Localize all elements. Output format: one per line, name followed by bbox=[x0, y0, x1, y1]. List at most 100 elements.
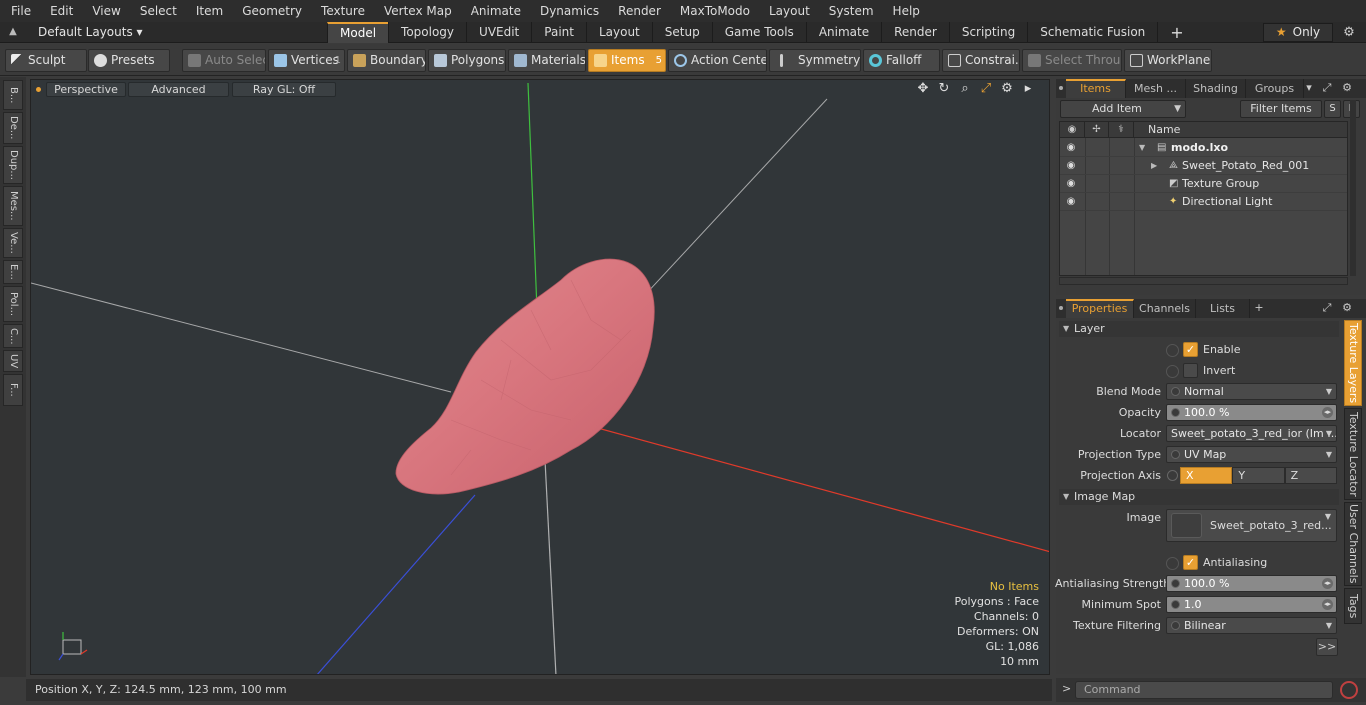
workplane-button[interactable]: WorkPlane bbox=[1124, 49, 1212, 72]
expand-triangle-icon[interactable]: ▶ bbox=[1151, 157, 1157, 175]
menu-vertex-map[interactable]: Vertex Map bbox=[373, 0, 460, 22]
tab-properties[interactable]: Properties bbox=[1066, 299, 1134, 318]
eye-icon[interactable]: ◉ bbox=[1064, 178, 1078, 190]
menu-animate[interactable]: Animate bbox=[460, 0, 529, 22]
tab-lists[interactable]: Lists bbox=[1196, 299, 1250, 318]
left-tab-b[interactable]: B... bbox=[3, 80, 23, 110]
axis-y-button[interactable]: Y bbox=[1232, 467, 1285, 484]
menu-select[interactable]: Select bbox=[129, 0, 185, 22]
collapse-triangle-icon[interactable]: ▼ bbox=[1139, 139, 1145, 157]
panel-gear-icon[interactable]: ⚙ bbox=[1340, 300, 1354, 316]
aa-strength-field[interactable]: 100.0 % ◂▸ bbox=[1166, 575, 1337, 592]
materials-button[interactable]: Materials bbox=[508, 49, 586, 72]
tabs-dropdown-icon[interactable]: ▾ bbox=[1302, 80, 1316, 96]
lock-col-icon[interactable]: ✢ bbox=[1085, 122, 1109, 138]
gear-icon[interactable]: ⚙ bbox=[1340, 24, 1358, 42]
texture-filtering-select[interactable]: Bilinear ▼ bbox=[1166, 617, 1337, 634]
action-center-button[interactable]: Action Center bbox=[668, 49, 767, 72]
left-tab-curve[interactable]: C... bbox=[3, 324, 23, 348]
axis-z-button[interactable]: Z bbox=[1284, 467, 1337, 484]
panel-expand-icon[interactable]: ⤢ bbox=[1320, 300, 1334, 316]
tab-shading[interactable]: Shading bbox=[1186, 79, 1246, 98]
menu-render[interactable]: Render bbox=[607, 0, 669, 22]
invert-checkbox[interactable] bbox=[1166, 363, 1198, 379]
s-button[interactable]: S bbox=[1324, 100, 1341, 118]
move-icon[interactable]: ✥ bbox=[916, 82, 930, 96]
tab-channels[interactable]: Channels bbox=[1134, 299, 1196, 318]
tab-schematic-fusion[interactable]: Schematic Fusion bbox=[1027, 22, 1157, 43]
tree-row[interactable]: ◉ ▶ ⟁ Sweet_Potato_Red_001 bbox=[1060, 157, 1347, 175]
blend-mode-select[interactable]: Normal ▼ bbox=[1166, 383, 1337, 400]
slider-icon[interactable]: ◂▸ bbox=[1322, 599, 1333, 610]
command-input[interactable]: Command bbox=[1075, 681, 1333, 699]
tab-setup[interactable]: Setup bbox=[651, 22, 712, 43]
menu-texture[interactable]: Texture bbox=[310, 0, 373, 22]
tab-layout[interactable]: Layout bbox=[585, 22, 652, 43]
add-tab-button[interactable]: + bbox=[1157, 22, 1184, 43]
perspective-button[interactable]: Perspective bbox=[46, 82, 126, 97]
left-tab-duplicate[interactable]: Dup... bbox=[3, 146, 23, 184]
menu-dynamics[interactable]: Dynamics bbox=[529, 0, 607, 22]
select-through-button[interactable]: Select Through bbox=[1022, 49, 1122, 72]
tab-uvedit[interactable]: UVEdit bbox=[466, 22, 531, 43]
left-tab-uv[interactable]: UV bbox=[3, 350, 23, 372]
side-tab-texture-locator[interactable]: Texture Locator bbox=[1344, 408, 1362, 500]
left-tab-deform[interactable]: De... bbox=[3, 112, 23, 144]
add-item-button[interactable]: Add Item ▼ bbox=[1060, 100, 1186, 118]
left-tab-polygon[interactable]: Pol... bbox=[3, 286, 23, 322]
enable-checkbox[interactable]: ✓ bbox=[1166, 342, 1198, 358]
tab-render[interactable]: Render bbox=[881, 22, 949, 43]
antialiasing-checkbox[interactable]: ✓ bbox=[1166, 555, 1198, 571]
polygons-button[interactable]: Polygons bbox=[428, 49, 506, 72]
left-tab-fusion[interactable]: F... bbox=[3, 374, 23, 406]
record-icon[interactable] bbox=[1340, 681, 1358, 699]
symmetry-button[interactable]: Symmetry bbox=[769, 49, 861, 72]
image-map-section[interactable]: ▼ Image Map bbox=[1059, 489, 1339, 505]
tab-items[interactable]: Items bbox=[1066, 79, 1126, 98]
eye-icon[interactable]: ◉ bbox=[1064, 160, 1078, 172]
visibility-col-icon[interactable]: ◉ bbox=[1060, 122, 1085, 138]
presets-button[interactable]: Presets bbox=[88, 49, 170, 72]
tree-horizontal-scrollbar[interactable] bbox=[1059, 277, 1348, 285]
more-button[interactable]: >> bbox=[1316, 638, 1338, 656]
tab-animate[interactable]: Animate bbox=[805, 22, 881, 43]
menu-help[interactable]: Help bbox=[882, 0, 928, 22]
tab-topology[interactable]: Topology bbox=[388, 22, 466, 43]
menu-view[interactable]: View bbox=[81, 0, 128, 22]
menu-item[interactable]: Item bbox=[185, 0, 231, 22]
eye-icon[interactable]: ◉ bbox=[1064, 196, 1078, 208]
constraints-button[interactable]: Constrai... bbox=[942, 49, 1020, 72]
menu-file[interactable]: File bbox=[0, 0, 39, 22]
expand-up-icon[interactable]: ▲ bbox=[7, 26, 19, 38]
tree-row[interactable]: ◉ ▼ ▤ modo.lxo bbox=[1060, 139, 1347, 157]
falloff-button[interactable]: Falloff bbox=[863, 49, 940, 72]
3d-viewport[interactable]: Perspective Advanced Ray GL: Off ✥ ↻ ⌕ ⤢… bbox=[30, 79, 1050, 675]
only-button[interactable]: ★ Only bbox=[1263, 23, 1333, 42]
zoom-icon[interactable]: ⌕ bbox=[958, 82, 972, 96]
tree-row[interactable]: ◉ ✦ Directional Light bbox=[1060, 193, 1347, 211]
tab-groups[interactable]: Groups bbox=[1246, 79, 1304, 98]
slider-icon[interactable]: ◂▸ bbox=[1322, 578, 1333, 589]
panel-gear-icon[interactable]: ⚙ bbox=[1340, 80, 1354, 96]
maximize-icon[interactable]: ⤢ bbox=[979, 82, 993, 96]
locator-select[interactable]: Sweet_potato_3_red_ior (Im ... ▼ bbox=[1166, 425, 1337, 442]
menu-system[interactable]: System bbox=[818, 0, 882, 22]
menu-edit[interactable]: Edit bbox=[39, 0, 81, 22]
tree-row[interactable]: ◉ ◩ Texture Group bbox=[1060, 175, 1347, 193]
left-tab-edge[interactable]: E... bbox=[3, 260, 23, 284]
side-tab-tags[interactable]: Tags bbox=[1344, 588, 1362, 624]
opacity-field[interactable]: 100.0 % ◂▸ bbox=[1166, 404, 1337, 421]
raygl-button[interactable]: Ray GL: Off bbox=[232, 82, 336, 97]
slider-icon[interactable]: ◂▸ bbox=[1322, 407, 1333, 418]
render-col-icon[interactable]: ⚕ bbox=[1109, 122, 1134, 138]
tree-scrollbar[interactable] bbox=[1350, 100, 1356, 276]
layer-section[interactable]: ▼ Layer bbox=[1059, 321, 1339, 337]
auto-select-button[interactable]: Auto Select bbox=[182, 49, 266, 72]
rotate-icon[interactable]: ↻ bbox=[937, 82, 951, 96]
items-button[interactable]: Items 5 bbox=[588, 49, 666, 72]
advanced-button[interactable]: Advanced bbox=[128, 82, 229, 97]
menu-geometry[interactable]: Geometry bbox=[231, 0, 310, 22]
side-tab-user-channels[interactable]: User Channels bbox=[1344, 502, 1362, 586]
projection-type-select[interactable]: UV Map ▼ bbox=[1166, 446, 1337, 463]
panel-expand-icon[interactable]: ⤢ bbox=[1320, 80, 1334, 96]
